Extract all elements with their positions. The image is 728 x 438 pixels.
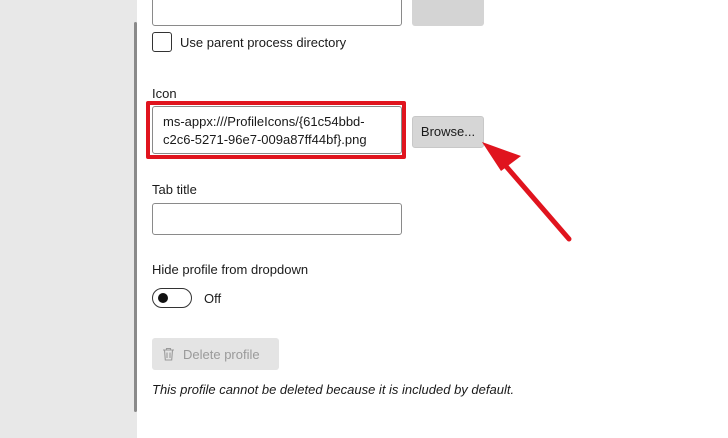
profile-settings-panel: Use parent process directory Icon ms-app… <box>137 0 728 438</box>
navigation-sidebar <box>0 0 137 438</box>
arrow-icon <box>482 142 572 242</box>
settings-window: Use parent process directory Icon ms-app… <box>0 0 728 438</box>
